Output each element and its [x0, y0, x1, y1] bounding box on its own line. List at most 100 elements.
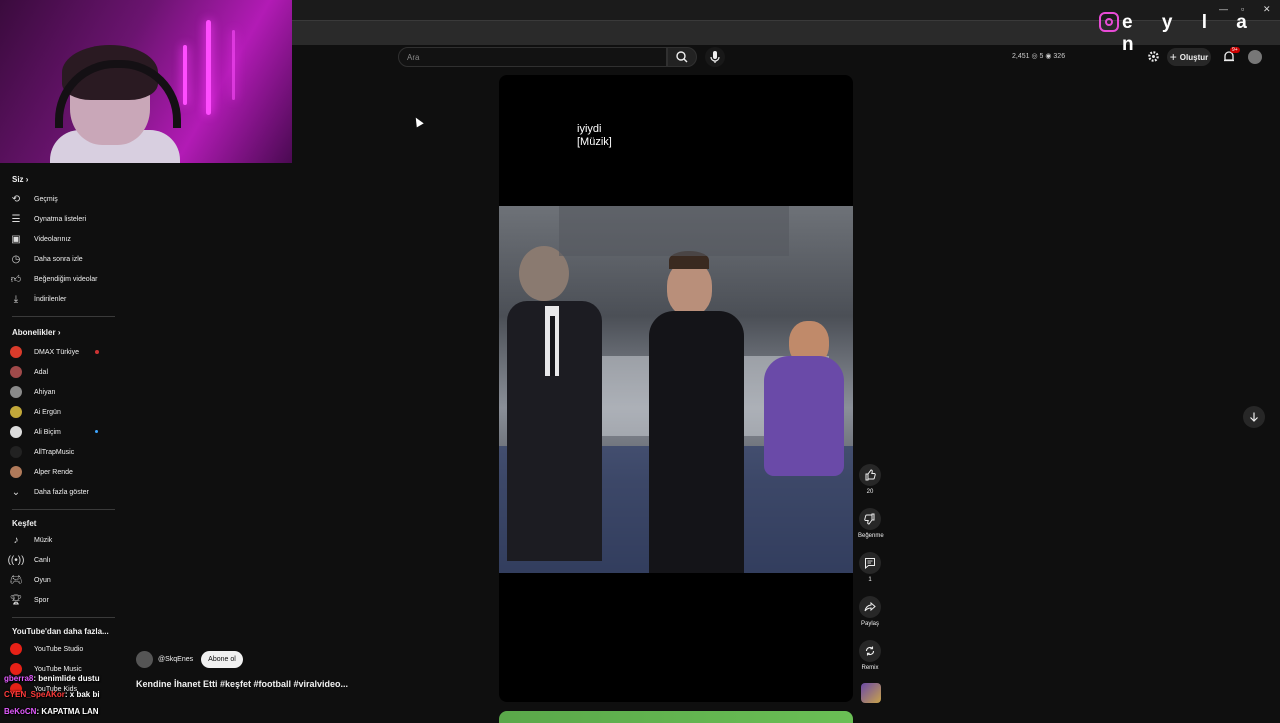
live-icon: ((•))	[7, 554, 25, 566]
channel-avatar	[10, 426, 22, 438]
sidebar-section-subscriptions[interactable]: Abonelikler ›	[12, 328, 60, 337]
sidebar-item-sports[interactable]: 🏆︎ Spor	[10, 591, 115, 609]
chat-username: CYEN_SpeAKor	[4, 690, 65, 699]
channel-avatar	[10, 366, 22, 378]
sidebar-item-subscription[interactable]: Alper Rende	[10, 463, 115, 481]
chevron-right-icon: ›	[57, 328, 61, 337]
channel-avatar	[10, 386, 22, 398]
sidebar-item-label: Ahiyan	[34, 388, 56, 396]
new-content-indicator	[95, 430, 98, 433]
sidebar-item-label: Ali Biçim	[34, 428, 61, 436]
sidebar-item-label: İndirilenler	[34, 295, 67, 303]
sidebar-section-explore: Keşfet	[12, 519, 37, 528]
dislike-button[interactable]: Beğenme	[858, 508, 884, 539]
voice-search-button[interactable]	[705, 47, 725, 67]
comment-count: 1	[868, 577, 872, 583]
sidebar-item-label: YouTube Music	[34, 665, 82, 673]
sound-thumbnail[interactable]	[861, 683, 881, 703]
arrow-down-icon	[1250, 412, 1258, 422]
webcam-overlay	[0, 0, 292, 163]
remix-button[interactable]: Remix	[858, 640, 882, 671]
sidebar-item-label: Geçmiş	[34, 195, 58, 203]
chat-text: : x bak bi	[64, 690, 100, 699]
sidebar-item-label: Oynatma listeleri	[34, 215, 87, 223]
your-videos-icon: ▣	[11, 233, 21, 245]
channel-avatar	[10, 446, 22, 458]
sidebar-item-label: Müzik	[34, 536, 53, 544]
sidebar-item-label: Adal	[34, 368, 49, 376]
chat-username: gberra8	[4, 674, 34, 683]
remix-label: Remix	[861, 665, 879, 671]
thumbs-down-icon	[864, 513, 875, 525]
sidebar-item-subscription[interactable]: AllTrapMusic	[10, 443, 115, 461]
live-indicator	[95, 350, 99, 354]
plus-icon: +	[1169, 50, 1177, 64]
sidebar-item-gaming[interactable]: 🎮︎ Oyun	[10, 571, 115, 589]
download-icon: ⤓	[13, 293, 19, 305]
chat-username: BeKoCN	[4, 707, 37, 716]
chat-message: CYEN_SpeAKor: x bak bi	[4, 690, 100, 699]
next-short-preview[interactable]	[499, 711, 853, 723]
gaming-icon: 🎮︎	[9, 574, 23, 586]
sidebar-item-your-videos[interactable]: ▣ Videolarınız	[10, 230, 115, 248]
sidebar-item-subscription[interactable]: Ahiyan	[10, 383, 115, 401]
sidebar-item-playlists[interactable]: ☰ Oynatma listeleri	[10, 210, 115, 228]
search-button[interactable]	[667, 47, 697, 67]
next-video-button[interactable]	[1243, 406, 1265, 428]
subscribe-button[interactable]: Abone ol	[201, 651, 243, 668]
mic-icon	[710, 51, 720, 63]
channel-avatar[interactable]	[136, 651, 153, 668]
sidebar-item-label: Oyun	[34, 576, 51, 584]
music-icon: ♪	[13, 534, 19, 546]
history-icon: ⟲	[11, 193, 21, 205]
sidebar-item-subscription[interactable]: DMAX Türkiye	[10, 343, 115, 361]
create-button-label: Oluştur	[1179, 52, 1209, 62]
avatar[interactable]	[1248, 50, 1262, 64]
sidebar-item-music[interactable]: ♪ Müzik	[10, 531, 115, 549]
channel-avatar	[10, 466, 22, 478]
sidebar-item-live[interactable]: ((•)) Canlı	[7, 551, 115, 569]
sidebar-section-more: YouTube'dan daha fazla...	[12, 627, 109, 636]
remix-icon	[865, 646, 875, 656]
sidebar-section-you[interactable]: Siz ›	[12, 175, 28, 184]
share-button[interactable]: Paylaş	[858, 596, 882, 627]
sidebar-item-subscription[interactable]: Ai Ergün	[10, 403, 115, 421]
trophy-icon: 🏆︎	[9, 594, 23, 606]
create-button[interactable]: + Oluştur	[1167, 48, 1211, 66]
notification-badge: 9+	[1230, 47, 1240, 53]
sidebar-item-history[interactable]: ⟲ Geçmiş	[10, 190, 115, 208]
sidebar-subscriptions-title: Abonelikler	[12, 328, 56, 337]
chat-text: : KAPATMA LAN	[36, 707, 99, 716]
channel-avatar	[10, 406, 22, 418]
watch-later-icon: ◷	[11, 253, 21, 265]
caption-line: [Müzik]	[577, 136, 612, 148]
sidebar-item-label: AllTrapMusic	[34, 448, 75, 456]
sidebar-you-title: Siz	[12, 175, 24, 184]
sidebar-show-more[interactable]: ⌄ Daha fazla göster	[10, 483, 115, 501]
chevron-down-icon: ⌄	[11, 486, 21, 498]
like-button[interactable]: 20	[858, 464, 882, 495]
sidebar-item-watch-later[interactable]: ◷ Daha sonra izle	[10, 250, 115, 268]
search-input[interactable]: Ara	[398, 47, 667, 67]
mouse-cursor	[412, 115, 424, 128]
sidebar-item-subscription[interactable]: Ali Biçim	[10, 423, 115, 441]
sidebar-item-liked-videos[interactable]: 👍︎ Beğendiğim videolar	[10, 270, 115, 288]
comments-button[interactable]: 1	[858, 552, 882, 583]
sidebar-divider	[12, 509, 115, 510]
video-title[interactable]: Kendine İhanet Etti #keşfet #football #v…	[136, 679, 348, 689]
video-caption: iyiydi [Müzik]	[577, 123, 612, 149]
comment-icon	[865, 558, 875, 569]
thumbs-up-icon	[865, 469, 876, 481]
sidebar-item-youtube-studio[interactable]: YouTube Studio	[10, 640, 115, 658]
channel-name[interactable]: @SkqEnes	[158, 656, 193, 663]
video-frame[interactable]	[499, 206, 853, 573]
sidebar-item-subscription[interactable]: Adal	[10, 363, 115, 381]
youtube-studio-icon	[10, 643, 22, 655]
sidebar-item-label: Videolarınız	[34, 235, 71, 243]
sidebar-item-downloads[interactable]: ⤓ İndirilenler	[10, 290, 115, 308]
gear-icon[interactable]	[1147, 50, 1160, 63]
channel-avatar	[10, 346, 22, 358]
chat-message: BeKoCN: KAPATMA LAN	[4, 707, 99, 716]
chat-message: gberra8: benimlide dustu	[4, 674, 100, 683]
playlist-icon: ☰	[11, 213, 21, 225]
